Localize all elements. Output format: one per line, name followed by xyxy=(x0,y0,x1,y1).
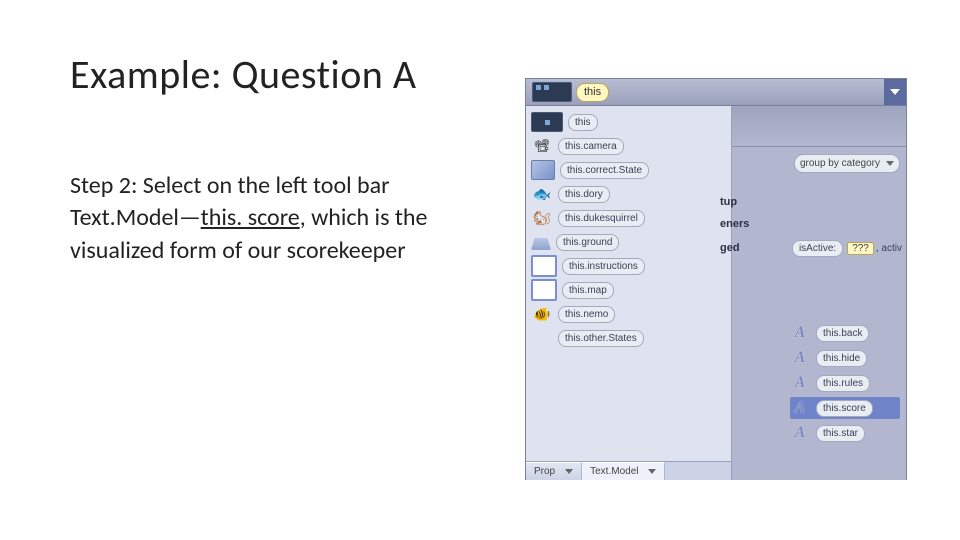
tree-item-dukesquirrel[interactable]: 🐿 this.dukesquirrel xyxy=(531,207,726,229)
item-label: this.score xyxy=(816,400,873,417)
textmodel-item-hide[interactable]: A this.hide xyxy=(790,347,900,369)
tab-label: Prop xyxy=(534,466,555,477)
chevron-down-icon xyxy=(565,469,573,474)
stub-tail: , activ xyxy=(876,243,902,254)
squirrel-icon: 🐿 xyxy=(531,209,553,227)
code-stub: isActive: ??? , activ xyxy=(790,240,902,257)
tree-item-map[interactable]: this.map xyxy=(531,279,726,301)
item-label: this.hide xyxy=(816,350,867,367)
fish-icon: 🐠 xyxy=(531,305,553,323)
item-label: this.rules xyxy=(816,375,870,392)
tree-label: this.camera xyxy=(558,138,624,155)
tree-item-camera[interactable]: 📽 this.camera xyxy=(531,135,726,157)
body-underlined: this. score xyxy=(201,203,300,232)
panel-header xyxy=(732,106,906,147)
object-icon xyxy=(532,82,572,102)
blank-icon xyxy=(531,329,553,347)
class-tabs: Prop Text.Model xyxy=(526,461,731,480)
slide-title: Example: Question A xyxy=(70,50,417,99)
text-a-icon: A xyxy=(790,374,810,392)
section-label: eners xyxy=(720,218,749,230)
tab-label: Text.Model xyxy=(590,466,638,477)
group-by-dropdown[interactable]: group by category xyxy=(794,154,900,173)
object-icon xyxy=(531,112,563,132)
cube-icon xyxy=(531,160,555,180)
section-label: tup xyxy=(720,196,737,208)
tree-item-dory[interactable]: 🐟 this.dory xyxy=(531,183,726,205)
object-name-tag[interactable]: this xyxy=(576,83,609,102)
columns: this 📽 this.camera this.correct.State 🐟 … xyxy=(526,106,906,480)
text-a-icon: A xyxy=(790,324,810,342)
section-label: ged xyxy=(720,242,740,254)
camera-icon: 📽 xyxy=(531,137,553,155)
object-tree: this 📽 this.camera this.correct.State 🐟 … xyxy=(526,106,732,480)
stub-placeholder[interactable]: ??? xyxy=(847,242,874,255)
tree-item-nemo[interactable]: 🐠 this.nemo xyxy=(531,303,726,325)
tab-textmodel[interactable]: Text.Model xyxy=(582,462,665,480)
tree-item-ground[interactable]: this.ground xyxy=(531,231,726,253)
billboard-icon xyxy=(531,255,557,277)
tree-label: this.other.States xyxy=(558,330,644,347)
details-panel: group by category tup eners ged isActive… xyxy=(732,106,906,480)
chevron-down-icon xyxy=(886,161,894,166)
slide: Example: Question A Step 2: Select on th… xyxy=(0,0,960,540)
textmodel-item-back[interactable]: A this.back xyxy=(790,322,900,344)
object-header: this xyxy=(526,79,906,106)
tree-item-correctstate[interactable]: this.correct.State xyxy=(531,159,726,181)
tree-label: this.map xyxy=(562,282,614,299)
tree-item-this[interactable]: this xyxy=(531,111,726,133)
item-label: this.star xyxy=(816,425,865,442)
tree-body: this 📽 this.camera this.correct.State 🐟 … xyxy=(526,106,731,461)
text-a-icon: A xyxy=(790,399,810,417)
tree-item-instructions[interactable]: this.instructions xyxy=(531,255,726,277)
slide-body: Step 2: Select on the left tool bar Text… xyxy=(70,170,490,267)
text-a-icon: A xyxy=(790,349,810,367)
object-dropdown-icon[interactable] xyxy=(884,79,906,105)
text-a-icon: A xyxy=(790,424,810,442)
tree-label: this.dukesquirrel xyxy=(558,210,645,227)
textmodel-item-star[interactable]: A this.star xyxy=(790,422,900,444)
textmodel-item-score[interactable]: A this.score xyxy=(790,397,900,419)
tree-label: this.nemo xyxy=(558,306,615,323)
ground-icon xyxy=(531,238,551,250)
tab-prop[interactable]: Prop xyxy=(526,462,582,480)
tree-label: this.dory xyxy=(558,186,610,203)
item-label: this.back xyxy=(816,325,869,342)
app-panel: this this 📽 this.camera this.correct xyxy=(525,78,907,480)
billboard-icon xyxy=(531,279,557,301)
textmodel-item-rules[interactable]: A this.rules xyxy=(790,372,900,394)
tree-label: this.ground xyxy=(556,234,619,251)
tree-label: this xyxy=(568,114,598,131)
tree-label: this.correct.State xyxy=(560,162,649,179)
chevron-down-icon xyxy=(648,469,656,474)
textmodel-list: A this.back A this.hide A this.rules A t… xyxy=(790,322,900,447)
stub-part[interactable]: isActive: xyxy=(792,240,843,257)
tree-label: this.instructions xyxy=(562,258,645,275)
fish-icon: 🐟 xyxy=(531,185,553,203)
tree-item-otherstates[interactable]: this.other.States xyxy=(531,327,726,349)
group-label: group by category xyxy=(800,158,880,169)
